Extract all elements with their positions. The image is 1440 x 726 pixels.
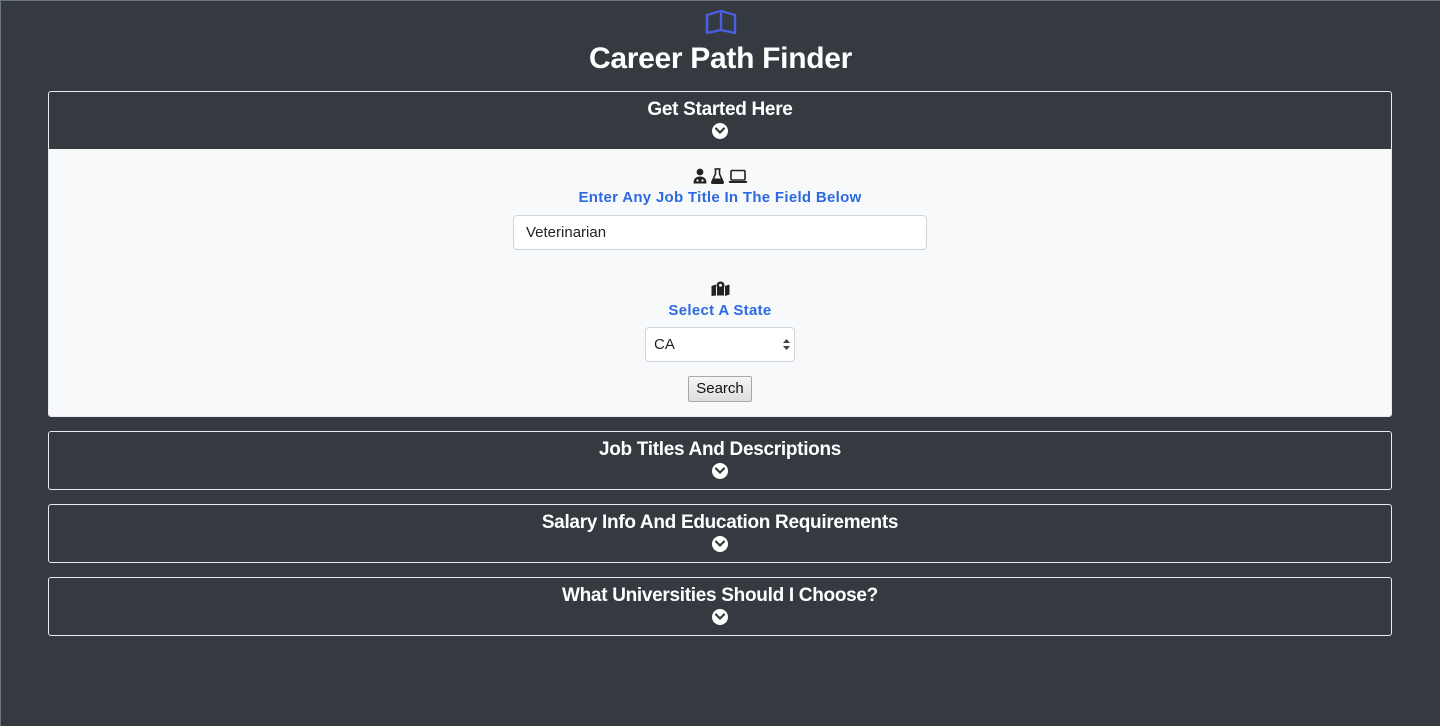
card-job-titles: Job Titles And Descriptions bbox=[48, 431, 1392, 490]
map-marker-icon bbox=[711, 281, 730, 301]
search-button[interactable]: Search bbox=[688, 376, 752, 402]
user-doctor-icon bbox=[693, 168, 707, 189]
chevron-circle-down-icon bbox=[712, 609, 728, 625]
page-header: Career Path Finder bbox=[1, 1, 1440, 91]
get-started-body: Enter Any Job Title In The Field Below V… bbox=[49, 149, 1391, 416]
salary-info-toggle[interactable]: Salary Info And Education Requirements bbox=[49, 505, 1391, 562]
get-started-toggle[interactable]: Get Started Here bbox=[49, 92, 1391, 149]
universities-toggle[interactable]: What Universities Should I Choose? bbox=[49, 578, 1391, 635]
page-title: Career Path Finder bbox=[588, 42, 853, 75]
state-label: Select A State bbox=[668, 302, 772, 319]
state-select-value: CA bbox=[645, 327, 795, 362]
state-icons bbox=[49, 281, 1391, 301]
job-titles-toggle[interactable]: Job Titles And Descriptions bbox=[49, 432, 1391, 489]
job-title-label: Enter Any Job Title In The Field Below bbox=[578, 189, 862, 206]
flask-icon bbox=[710, 167, 724, 189]
card-title: What Universities Should I Choose? bbox=[561, 585, 878, 606]
chevron-circle-down-icon bbox=[712, 536, 728, 552]
job-title-input[interactable] bbox=[513, 215, 927, 250]
book-open-icon bbox=[704, 9, 738, 35]
select-arrows-icon bbox=[782, 338, 791, 356]
card-title: Salary Info And Education Requirements bbox=[541, 512, 899, 533]
card-get-started: Get Started Here Enter Any Job Title In … bbox=[48, 91, 1392, 417]
chevron-circle-down-icon bbox=[712, 123, 728, 139]
job-icons bbox=[49, 167, 1391, 189]
accordion: Get Started Here Enter Any Job Title In … bbox=[48, 91, 1392, 650]
card-salary-info: Salary Info And Education Requirements bbox=[48, 504, 1392, 563]
card-universities: What Universities Should I Choose? bbox=[48, 577, 1392, 636]
state-block: Select A State CA bbox=[49, 281, 1391, 362]
chevron-circle-down-icon bbox=[712, 463, 728, 479]
state-select[interactable]: CA bbox=[645, 327, 795, 362]
card-title: Job Titles And Descriptions bbox=[598, 439, 842, 460]
laptop-icon bbox=[728, 168, 748, 189]
card-title: Get Started Here bbox=[647, 99, 793, 120]
